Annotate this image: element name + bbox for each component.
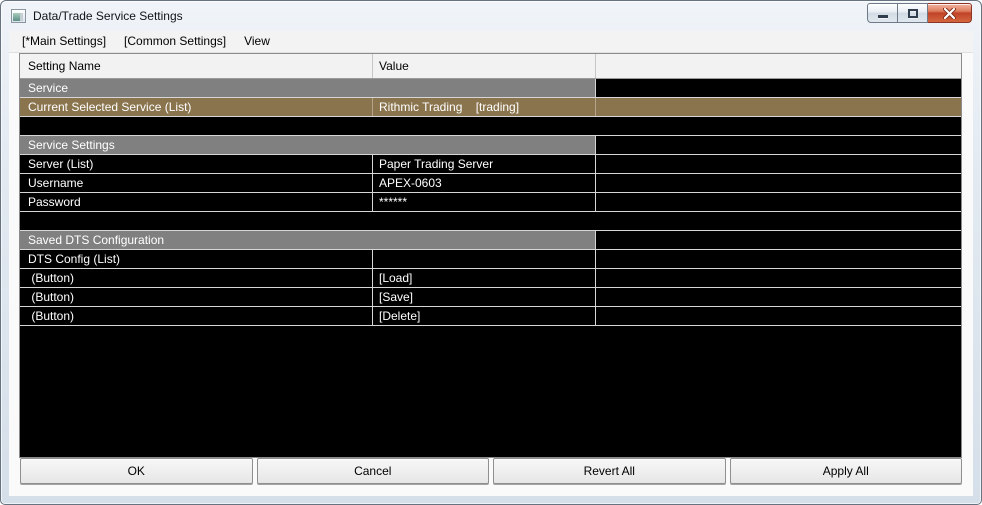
setting-row-username[interactable]: Username APEX-0603 [20, 174, 961, 193]
menu-bar: [*Main Settings] [Common Settings] View [9, 31, 973, 53]
section-row-saved-dts-configuration: Saved DTS Configuration [20, 231, 961, 250]
close-button[interactable] [928, 3, 972, 23]
window-controls [867, 3, 972, 23]
setting-value[interactable]: [Load] [373, 269, 596, 287]
dialog-button-bar: OK Cancel Revert All Apply All [20, 458, 962, 484]
setting-row-save-button[interactable]: (Button) [Save] [20, 288, 961, 307]
section-row-empty-cell [596, 136, 961, 154]
settings-table: Setting Name Value Service Current Select… [19, 53, 962, 458]
setting-name: Username [20, 174, 373, 192]
setting-name: (Button) [20, 288, 373, 306]
setting-row-empty-cell [596, 307, 961, 325]
minimize-icon [877, 14, 888, 18]
setting-row-empty-cell [596, 250, 961, 268]
table-body: Service Current Selected Service (List) Ri… [20, 79, 961, 457]
setting-row-current-selected-service[interactable]: Current Selected Service (List) Rithmic T… [20, 98, 961, 117]
section-label: Service [20, 79, 596, 97]
window: Data/Trade Service Settings [*Main Setti… [0, 0, 982, 505]
section-row-service: Service [20, 79, 961, 98]
column-header-setting-name: Setting Name [20, 54, 373, 78]
cancel-button[interactable]: Cancel [256, 458, 489, 484]
menu-item-common-settings[interactable]: [Common Settings] [115, 31, 235, 52]
setting-value[interactable]: Paper Trading Server [373, 155, 596, 173]
column-header-value: Value [373, 54, 596, 78]
setting-name: (Button) [20, 307, 373, 325]
spacer-1 [20, 117, 961, 136]
setting-name: Current Selected Service (List) [20, 98, 373, 116]
window-icon [11, 9, 26, 23]
column-header-empty [596, 54, 961, 78]
setting-value[interactable] [373, 250, 596, 268]
setting-value[interactable]: ****** [373, 193, 596, 211]
setting-row-load-button[interactable]: (Button) [Load] [20, 269, 961, 288]
close-icon [943, 7, 956, 19]
setting-row-dts-config[interactable]: DTS Config (List) [20, 250, 961, 269]
setting-name: Password [20, 193, 373, 211]
table-filler [20, 326, 961, 457]
setting-row-server[interactable]: Server (List) Paper Trading Server [20, 155, 961, 174]
menu-item-main-settings[interactable]: [*Main Settings] [13, 31, 115, 52]
apply-all-button[interactable]: Apply All [729, 458, 962, 484]
setting-row-empty-cell [596, 288, 961, 306]
setting-row-empty-cell [596, 155, 961, 173]
section-row-service-settings: Service Settings [20, 136, 961, 155]
setting-name: DTS Config (List) [20, 250, 373, 268]
setting-value[interactable]: [Save] [373, 288, 596, 306]
setting-value[interactable]: [Delete] [373, 307, 596, 325]
setting-row-empty-cell [596, 269, 961, 287]
spacer-2 [20, 212, 961, 231]
setting-row-empty-cell [596, 174, 961, 192]
section-label: Saved DTS Configuration [20, 231, 596, 249]
setting-row-delete-button[interactable]: (Button) [Delete] [20, 307, 961, 326]
title-bar: Data/Trade Service Settings [1, 1, 981, 31]
setting-row-password[interactable]: Password ****** [20, 193, 961, 212]
setting-row-empty-cell [596, 193, 961, 211]
client-area: [*Main Settings] [Common Settings] View Se… [9, 31, 973, 496]
minimize-button[interactable] [867, 3, 898, 23]
setting-name: (Button) [20, 269, 373, 287]
maximize-button[interactable] [898, 3, 928, 23]
ok-button[interactable]: OK [20, 458, 253, 484]
section-row-empty-cell [596, 79, 961, 97]
setting-value[interactable]: Rithmic Trading [trading] [373, 98, 596, 116]
revert-all-button[interactable]: Revert All [493, 458, 726, 484]
section-label: Service Settings [20, 136, 596, 154]
setting-name: Server (List) [20, 155, 373, 173]
menu-item-view[interactable]: View [235, 31, 279, 52]
maximize-icon [907, 8, 918, 18]
setting-value[interactable]: APEX-0603 [373, 174, 596, 192]
table-header: Setting Name Value [20, 54, 961, 79]
section-row-empty-cell [596, 231, 961, 249]
window-title: Data/Trade Service Settings [33, 9, 183, 23]
setting-row-empty-cell [596, 98, 961, 116]
